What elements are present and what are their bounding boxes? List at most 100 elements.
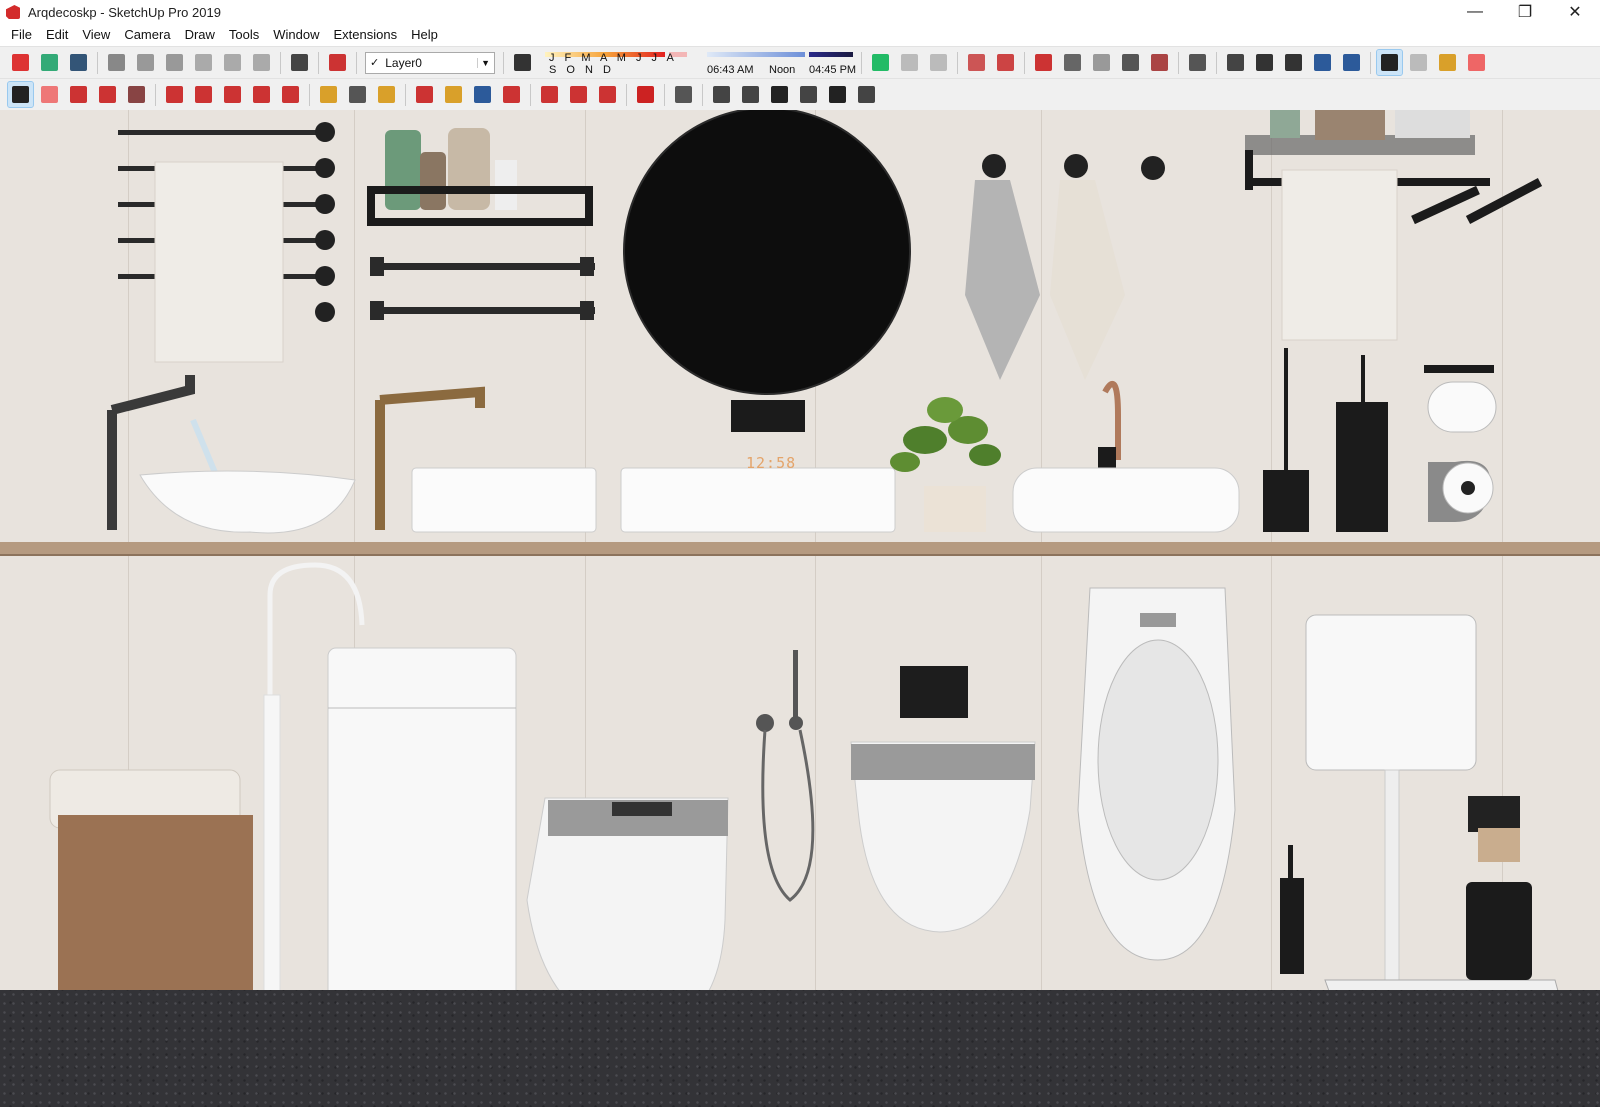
left-view-button[interactable]	[825, 82, 850, 107]
rotate-button[interactable]	[249, 82, 274, 107]
follow-me-button[interactable]	[191, 82, 216, 107]
sandbox-grid-button[interactable]	[993, 50, 1018, 75]
solid-trim-button[interactable]	[1089, 50, 1114, 75]
new-icon	[12, 54, 29, 71]
rectangle-button[interactable]	[124, 82, 149, 107]
top-view-button[interactable]	[854, 82, 879, 107]
solid-trim-icon	[1093, 54, 1110, 71]
shaded-icon	[1314, 54, 1331, 71]
layer-dropdown[interactable]: ✓ Layer0 ▼	[365, 51, 495, 74]
pink-eraser-button[interactable]	[1464, 50, 1489, 75]
back-view-button[interactable]	[796, 82, 821, 107]
menu-bar: File Edit View Camera Draw Tools Window …	[0, 24, 1600, 46]
account-icon	[675, 86, 692, 103]
cut-button[interactable]	[104, 50, 129, 75]
menu-view[interactable]: View	[75, 24, 117, 46]
right-view-button[interactable]	[738, 82, 763, 107]
select-button[interactable]	[1376, 49, 1403, 76]
menu-edit[interactable]: Edit	[39, 24, 75, 46]
tape-measure-icon	[320, 86, 337, 103]
window-controls: — ❐ ✕	[1450, 0, 1600, 24]
eraser-button[interactable]	[1406, 50, 1431, 75]
time-noon-label: Noon	[769, 63, 796, 76]
component-button[interactable]	[1185, 50, 1210, 75]
erase-button[interactable]	[191, 50, 216, 75]
zoom-button[interactable]	[470, 82, 495, 107]
textured-button[interactable]	[1339, 50, 1364, 75]
menu-window[interactable]: Window	[266, 24, 326, 46]
share-model-button[interactable]	[897, 50, 922, 75]
save-button[interactable]	[66, 50, 91, 75]
open-button[interactable]	[37, 50, 62, 75]
push-pull-button[interactable]	[162, 82, 187, 107]
toolbar-separator	[97, 51, 98, 74]
menu-camera[interactable]: Camera	[117, 24, 177, 46]
menu-tools[interactable]: Tools	[222, 24, 266, 46]
time-start-label: 06:43 AM	[707, 63, 754, 76]
warehouse-button[interactable]	[537, 82, 562, 107]
solid-intersect-button[interactable]	[1060, 50, 1085, 75]
paint-button[interactable]	[374, 82, 399, 107]
menu-file[interactable]: File	[4, 24, 39, 46]
model-viewport[interactable]: 12:58	[0, 110, 1600, 1107]
move-button[interactable]	[220, 82, 245, 107]
solid-subtract-button[interactable]	[1147, 50, 1172, 75]
arc-button[interactable]	[95, 82, 120, 107]
xray-button[interactable]	[1223, 50, 1248, 75]
restore-button[interactable]: ❐	[1500, 0, 1550, 24]
scene-objects	[49, 110, 1571, 1036]
menu-draw[interactable]: Draw	[178, 24, 222, 46]
ruby-button[interactable]	[633, 82, 658, 107]
menu-extensions[interactable]: Extensions	[327, 24, 405, 46]
cut-icon	[108, 54, 125, 71]
toolbar-separator	[530, 83, 531, 106]
follow-me-icon	[195, 86, 212, 103]
shadow-settings: J F M A M J J A S O N D 06:43 AM Noon 04…	[543, 49, 857, 77]
month-slider[interactable]: J F M A M J J A S O N D	[543, 49, 691, 77]
scale-button[interactable]	[278, 82, 303, 107]
toolbar-separator	[280, 51, 281, 74]
month-labels: J F M A M J J A S O N D	[549, 51, 677, 76]
wireframe-button[interactable]	[1252, 50, 1277, 75]
toolbar-separator	[405, 83, 406, 106]
new-button[interactable]	[8, 50, 33, 75]
print-button[interactable]	[287, 50, 312, 75]
time-slider[interactable]: 06:43 AM Noon 04:45 PM	[707, 49, 857, 77]
undo-button[interactable]	[220, 50, 245, 75]
hidden-line-button[interactable]	[1281, 50, 1306, 75]
copy-button[interactable]	[133, 50, 158, 75]
zoom-extents-button[interactable]	[499, 82, 524, 107]
select-arrow-button[interactable]	[7, 81, 34, 108]
redo-button[interactable]	[249, 50, 274, 75]
get-models-icon	[872, 54, 889, 71]
paint-bucket-button[interactable]	[1435, 50, 1460, 75]
shaded-button[interactable]	[1310, 50, 1335, 75]
text-button[interactable]	[345, 82, 370, 107]
iso-view-button[interactable]	[709, 82, 734, 107]
model-info-button[interactable]	[325, 50, 350, 75]
undo-icon	[224, 54, 241, 71]
toolbar-separator	[664, 83, 665, 106]
menu-help[interactable]: Help	[404, 24, 445, 46]
orbit-button[interactable]	[412, 82, 437, 107]
extension-button[interactable]	[926, 50, 951, 75]
pencil-line-button[interactable]	[66, 82, 91, 107]
shadow-toggle-button[interactable]	[510, 50, 535, 75]
close-button[interactable]: ✕	[1550, 0, 1600, 24]
layout-button[interactable]	[595, 82, 620, 107]
solid-union-button[interactable]	[1031, 50, 1056, 75]
pan-button[interactable]	[441, 82, 466, 107]
toolbar-separator	[309, 83, 310, 106]
paste-button[interactable]	[162, 50, 187, 75]
account-button[interactable]	[671, 82, 696, 107]
solid-split-icon	[1122, 54, 1139, 71]
sandbox-smoove-button[interactable]	[964, 50, 989, 75]
extension-warehouse-button[interactable]	[566, 82, 591, 107]
eraser-tool-button[interactable]	[37, 82, 62, 107]
tape-measure-button[interactable]	[316, 82, 341, 107]
minimize-button[interactable]: —	[1450, 0, 1500, 24]
solid-intersect-icon	[1064, 54, 1081, 71]
get-models-button[interactable]	[868, 50, 893, 75]
solid-split-button[interactable]	[1118, 50, 1143, 75]
front-view-button[interactable]	[767, 82, 792, 107]
